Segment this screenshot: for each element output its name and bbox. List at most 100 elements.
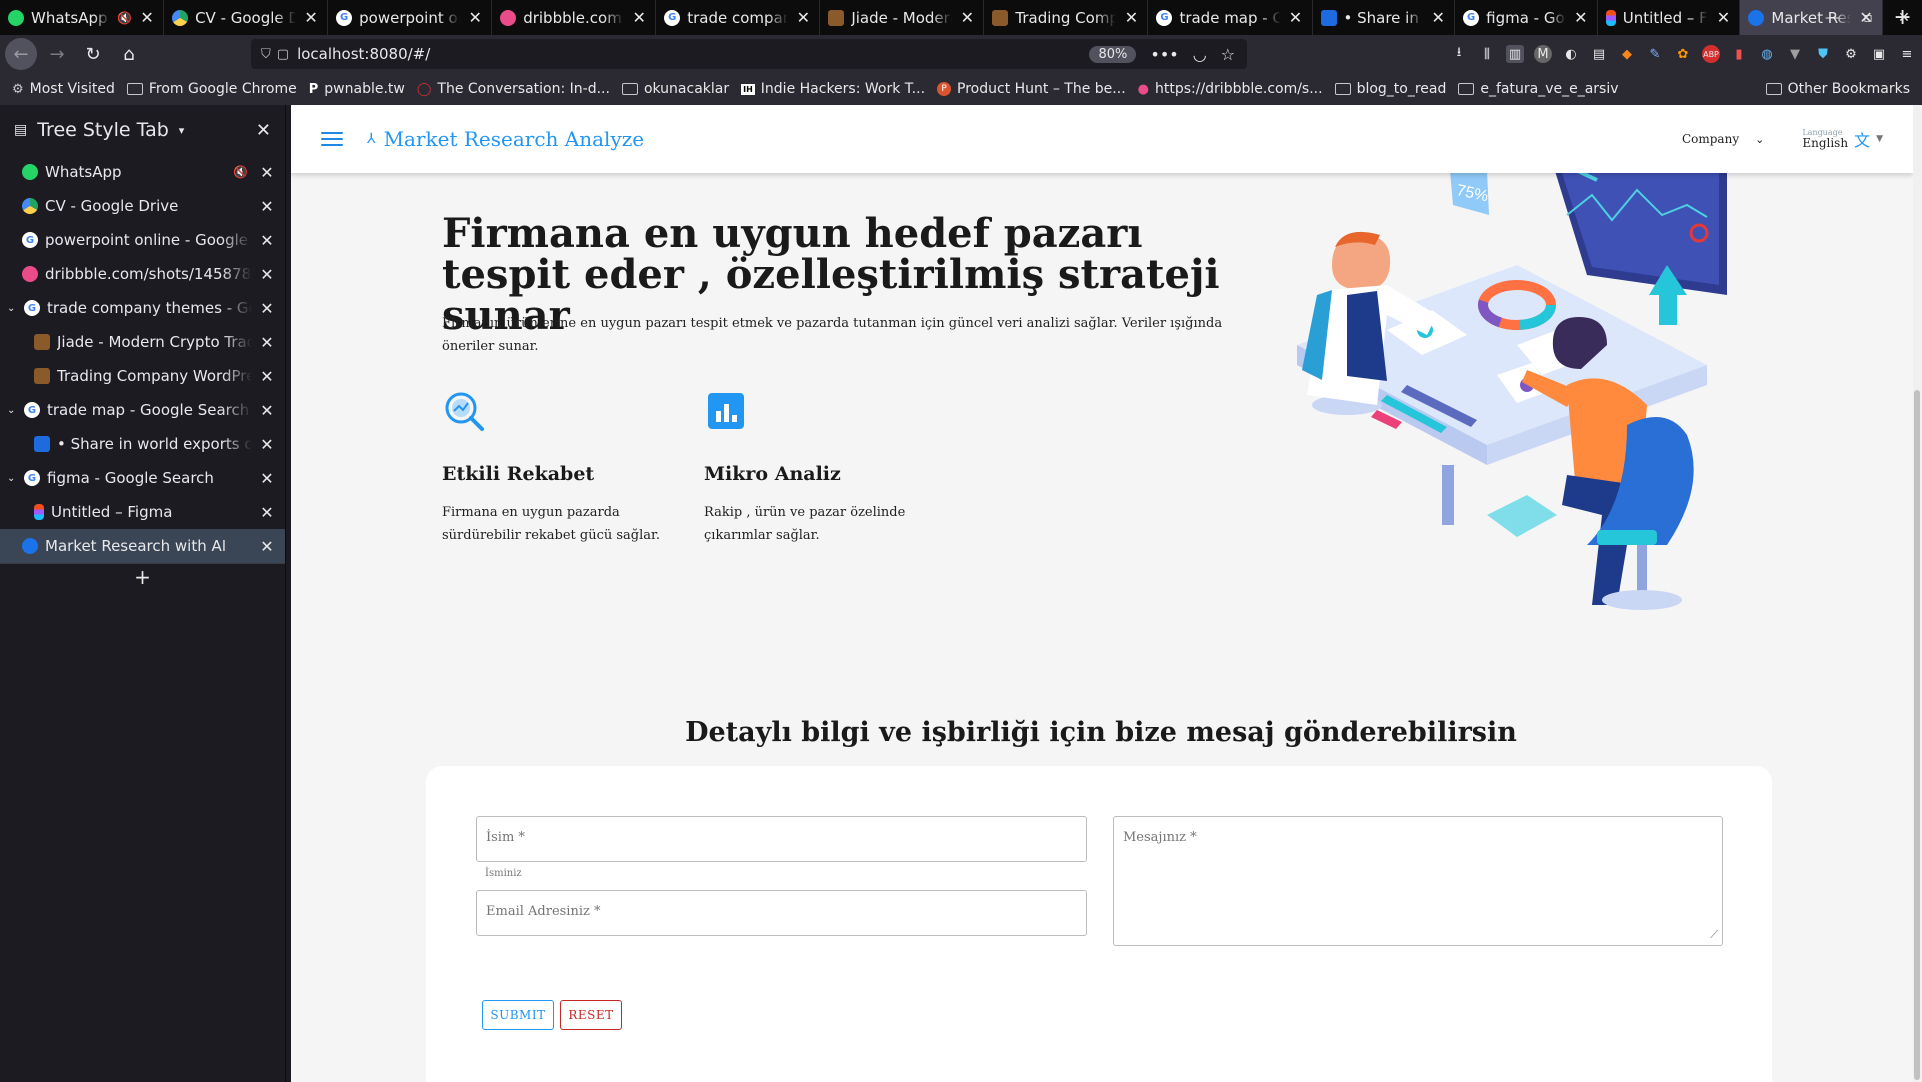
speaker-muted-icon[interactable]: 🔇 — [117, 11, 132, 25]
bookmark-folder-okunacaklar[interactable]: okunacaklar — [621, 81, 729, 97]
sidebar-tab-jiade[interactable]: Jiade - Modern Crypto Trading ✕ — [0, 325, 285, 359]
close-icon[interactable]: ✕ — [1573, 8, 1589, 27]
close-icon[interactable]: ✕ — [303, 8, 319, 27]
sidebar-tab-figma-untitled[interactable]: Untitled – Figma ✕ — [0, 495, 285, 529]
sidebar-tab-market-research[interactable]: Market Research with AI ✕ — [0, 529, 285, 563]
sidebar-tab-powerpoint[interactable]: G powerpoint online - Google Search ✕ — [0, 223, 285, 257]
chevron-down-icon[interactable]: ⌄ — [7, 303, 17, 314]
bookmark-other[interactable]: Other Bookmarks — [1765, 73, 1910, 105]
close-icon[interactable]: ✕ — [1288, 8, 1304, 27]
tab-whatsapp[interactable]: WhatsApp 🔇 ✕ — [0, 0, 165, 35]
close-icon[interactable]: ✕ — [259, 503, 275, 522]
close-icon[interactable]: ✕ — [1715, 8, 1731, 27]
tab-figma-search[interactable]: G figma - Goog ✕ — [1455, 0, 1598, 35]
close-icon[interactable]: ✕ — [259, 401, 275, 420]
tab-trade-map[interactable]: G trade map - Goo ✕ — [1148, 0, 1313, 35]
close-icon[interactable]: ✕ — [139, 8, 155, 27]
close-icon[interactable]: ✕ — [259, 299, 275, 318]
chevron-down-icon[interactable]: ▾ — [179, 124, 185, 137]
tab-dribbble[interactable]: dribbble.com ✕ — [492, 0, 657, 35]
pocket-icon[interactable]: ◡ — [1193, 45, 1207, 64]
sidebar-toggle-icon[interactable]: ▥ — [1506, 45, 1524, 63]
bookmark-folder-efatura[interactable]: e_fatura_ve_e_arsiv — [1458, 81, 1619, 97]
home-button[interactable]: ⌂ — [113, 38, 145, 70]
reader-icon[interactable]: ▤ — [1590, 45, 1608, 63]
globe-icon[interactable]: ◍ — [1758, 45, 1776, 63]
page-actions-icon[interactable]: ••• — [1150, 45, 1178, 64]
honey-icon[interactable]: ✿ — [1674, 45, 1692, 63]
minimize-icon[interactable]: — — [1814, 0, 1850, 35]
close-icon[interactable]: ✕ — [795, 8, 811, 27]
shield-icon[interactable]: ⛉ — [261, 47, 271, 62]
bookmark-most-visited[interactable]: ⚙ Most Visited — [12, 81, 115, 97]
close-icon[interactable]: ✕ — [256, 120, 271, 141]
tab-trade-company[interactable]: G trade company ✕ — [656, 0, 821, 35]
tab-figma-untitled[interactable]: Untitled – Fig ✕ — [1598, 0, 1741, 35]
company-select[interactable]: Company ⌄ — [1682, 132, 1764, 146]
sidebar-tab-share-exports[interactable]: • Share in world exports of the ✕ — [0, 427, 285, 461]
page-info-icon[interactable]: ▢ — [277, 47, 289, 62]
scrollbar-thumb[interactable] — [1914, 390, 1920, 1080]
extension-c-icon[interactable]: ◐ — [1562, 45, 1580, 63]
close-icon[interactable]: ✕ — [259, 197, 275, 216]
bookmark-conversation[interactable]: ◯ The Conversation: In-d... — [417, 81, 610, 97]
tab-trading-company[interactable]: Trading Company ✕ — [984, 0, 1149, 35]
close-icon[interactable]: ✕ — [259, 367, 275, 386]
new-tab-button[interactable]: + — [0, 563, 285, 589]
name-field[interactable]: İsim * — [476, 816, 1087, 862]
chevron-down-icon[interactable]: ⌄ — [7, 405, 17, 416]
mastodon-icon[interactable]: M — [1534, 45, 1552, 63]
hamburger-menu-icon[interactable] — [321, 132, 343, 146]
bookmark-folder-blog[interactable]: blog_to_read — [1334, 81, 1446, 97]
close-icon[interactable]: ✕ — [259, 469, 275, 488]
vue-devtools-icon[interactable]: ▼ — [1786, 45, 1804, 63]
close-icon[interactable]: ✕ — [259, 265, 275, 284]
page-scrollbar[interactable] — [1913, 105, 1922, 1082]
forward-button[interactable]: → — [41, 38, 73, 70]
tab-jiade[interactable]: Jiade - Modern ✕ — [820, 0, 985, 35]
close-icon[interactable]: ✕ — [259, 231, 275, 250]
language-select[interactable]: Language English 文 ▼ — [1802, 127, 1883, 151]
bookmark-pwnable[interactable]: Ppwnable.tw — [309, 81, 405, 97]
close-icon[interactable]: ✕ — [259, 163, 275, 182]
menu-icon[interactable]: ≡ — [1898, 45, 1916, 63]
reload-button[interactable]: ↻ — [77, 38, 109, 70]
adblock-icon[interactable]: ABP — [1702, 45, 1720, 63]
resize-grip-icon[interactable]: ⟋ — [1710, 928, 1718, 942]
container-icon[interactable]: ▣ — [1870, 45, 1888, 63]
pen-icon[interactable]: ✎ — [1646, 45, 1664, 63]
close-icon[interactable]: ✕ — [1123, 8, 1139, 27]
sidebar-tab-whatsapp[interactable]: WhatsApp 🔇 ✕ — [0, 155, 285, 189]
message-textarea[interactable]: Mesajınız * ⟋ — [1113, 816, 1723, 946]
back-button[interactable]: ← — [5, 38, 37, 70]
library-icon[interactable]: ⫼ — [1478, 45, 1496, 63]
metamask-icon[interactable]: ◆ — [1618, 45, 1636, 63]
bookmark-folder-chrome[interactable]: From Google Chrome — [126, 81, 297, 97]
close-icon[interactable]: ✕ — [259, 537, 275, 556]
sidebar-tab-trade-map[interactable]: ⌄ G trade map - Google Search ✕ — [0, 393, 285, 427]
close-icon[interactable]: ✕ — [467, 8, 483, 27]
url-bar[interactable]: ⛉ ▢ localhost:8080/#/ 80% ••• ◡ ☆ — [251, 39, 1247, 69]
close-icon[interactable]: ✕ — [631, 8, 647, 27]
bookmark-star-icon[interactable]: ☆ — [1221, 45, 1235, 64]
download-icon[interactable]: ⭳ — [1450, 45, 1468, 63]
brand[interactable]: ⅄ Market Research Analyze — [367, 127, 644, 151]
tab-cv-drive[interactable]: CV - Google Drive ✕ — [164, 0, 329, 35]
chevron-down-icon[interactable]: ⌄ — [7, 473, 17, 484]
tab-powerpoint[interactable]: G powerpoint online ✕ — [328, 0, 493, 35]
close-icon[interactable]: ✕ — [959, 8, 975, 27]
sidebar-tab-figma-search[interactable]: ⌄ G figma - Google Search ✕ — [0, 461, 285, 495]
close-icon[interactable]: ✕ — [259, 435, 275, 454]
sidebar-tab-cv-drive[interactable]: CV - Google Drive ✕ — [0, 189, 285, 223]
close-icon[interactable]: ✕ — [259, 333, 275, 352]
url-text[interactable]: localhost:8080/#/ — [297, 45, 1089, 63]
shield-ext-icon[interactable]: ⛊ — [1814, 45, 1832, 63]
sidebar-tab-trade-company[interactable]: ⌄ G trade company themes - Google Search… — [0, 291, 285, 325]
bookmark-product-hunt[interactable]: P Product Hunt – The be... — [937, 81, 1126, 97]
bookmark-indie-hackers[interactable]: IH Indie Hackers: Work T... — [741, 81, 925, 97]
zoom-level[interactable]: 80% — [1089, 45, 1137, 63]
sidebar-tab-trading-wp[interactable]: Trading Company WordPress Theme ✕ — [0, 359, 285, 393]
settings-ext-icon[interactable]: ⚙ — [1842, 45, 1860, 63]
close-window-icon[interactable]: ✕ — [1886, 0, 1922, 35]
submit-button[interactable]: SUBMIT — [482, 1000, 554, 1030]
